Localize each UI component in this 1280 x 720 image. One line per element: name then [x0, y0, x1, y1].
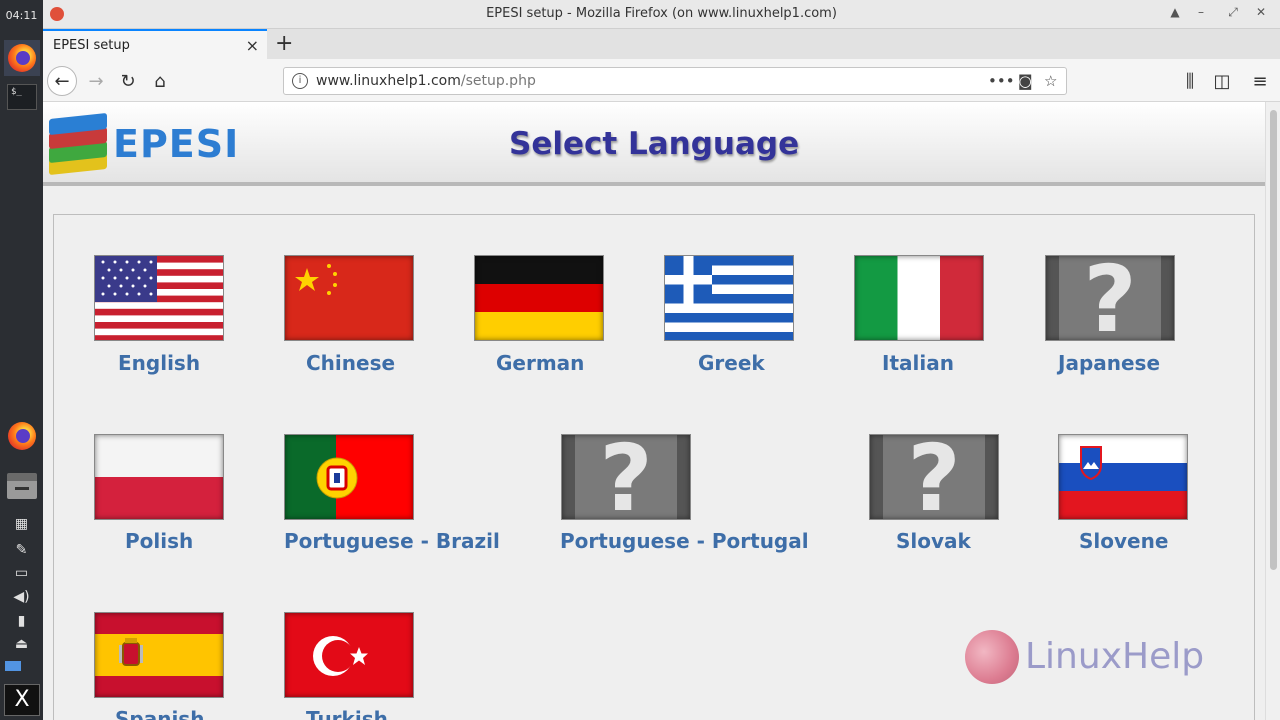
terminal-icon: $_ [7, 84, 37, 110]
language-label-slovene[interactable]: Slovene [1079, 529, 1168, 553]
scrollbar-thumb[interactable] [1270, 110, 1277, 570]
flag-english[interactable] [94, 255, 224, 341]
sidebar-icon[interactable]: ◫ [1207, 66, 1237, 96]
reload-button[interactable]: ↻ [113, 66, 143, 96]
pocket-icon[interactable]: ◙ [1018, 72, 1033, 90]
maximize-button[interactable]: ⤢ [1223, 5, 1243, 20]
tab-bar: EPESI setup × + [43, 29, 1280, 59]
linuxhelp-logo-icon [965, 630, 1019, 684]
epesi-logo-icon [49, 112, 109, 176]
app-menu-button[interactable]: X [4, 684, 40, 716]
page-actions-icon[interactable]: ••• [988, 72, 1015, 90]
title-bar: EPESI setup - Mozilla Firefox (on www.li… [43, 0, 1280, 29]
folder-icon [7, 473, 37, 499]
close-tab-icon[interactable]: × [246, 36, 259, 55]
url-text[interactable]: www.linuxhelp1.com/setup.php [316, 73, 536, 89]
flag-japanese-placeholder[interactable]: ? [1045, 255, 1175, 341]
browser-window: EPESI setup - Mozilla Firefox (on www.li… [43, 0, 1280, 720]
address-bar[interactable]: i www.linuxhelp1.com/setup.php ••• ◙ ☆ [283, 67, 1067, 95]
tab-epesi-setup[interactable]: EPESI setup × [43, 29, 267, 59]
flag-turkish[interactable] [284, 612, 414, 698]
battery-icon[interactable]: ▮ [0, 613, 43, 629]
window-title: EPESI setup - Mozilla Firefox (on www.li… [486, 6, 837, 21]
menu-icon[interactable]: ≡ [1245, 66, 1275, 96]
watermark-text: LinuxHelp [1025, 636, 1205, 677]
language-label-portuguese-brazil[interactable]: Portuguese - Brazil [284, 529, 500, 553]
brand-name: EPESI [113, 122, 240, 166]
question-mark-icon: ? [1083, 255, 1137, 341]
package-icon[interactable]: ▦ [0, 516, 43, 532]
back-button[interactable]: ← [47, 66, 77, 96]
library-icon[interactable]: ⫼ [1175, 66, 1205, 96]
flag-chinese[interactable] [284, 255, 414, 341]
display-icon[interactable]: ▭ [0, 565, 43, 581]
bookmark-star-icon[interactable]: ☆ [1044, 72, 1057, 90]
language-label-german[interactable]: German [496, 351, 584, 375]
eject-icon[interactable]: ⏏ [0, 636, 43, 652]
navigation-toolbar: ← → ↻ ⌂ i www.linuxhelp1.com/setup.php •… [43, 59, 1280, 102]
forward-button[interactable]: → [81, 66, 111, 96]
firefox-icon [8, 44, 36, 72]
language-label-portuguese-portugal[interactable]: Portuguese - Portugal [560, 529, 809, 553]
close-window-button[interactable]: ✕ [1251, 5, 1271, 19]
flag-spanish[interactable] [94, 612, 224, 698]
new-tab-button[interactable]: + [275, 31, 293, 56]
flag-slovene[interactable] [1058, 434, 1188, 520]
tab-label: EPESI setup [53, 38, 130, 53]
paperclip-icon[interactable]: ✎ [0, 542, 43, 558]
clock: 04:11 [5, 9, 38, 22]
flag-portuguese-brazil[interactable] [284, 434, 414, 520]
flag-german[interactable] [474, 255, 604, 341]
minimize-button[interactable]: – [1191, 5, 1211, 19]
question-mark-icon: ? [907, 434, 961, 520]
language-label-polish[interactable]: Polish [125, 529, 193, 553]
linuxhelp-watermark: LinuxHelp [965, 630, 1225, 690]
terminal-launcher[interactable]: $_ [4, 79, 40, 115]
firefox-icon [8, 422, 36, 450]
flag-slovak-placeholder[interactable]: ? [869, 434, 999, 520]
volume-icon[interactable]: ◀) [0, 589, 43, 605]
language-label-english[interactable]: English [118, 351, 200, 375]
shade-button[interactable]: ▲ [1165, 5, 1185, 19]
language-label-japanese[interactable]: Japanese [1058, 351, 1160, 375]
home-button[interactable]: ⌂ [145, 66, 175, 96]
flag-italian[interactable] [854, 255, 984, 341]
site-info-icon[interactable]: i [292, 73, 308, 89]
language-label-slovak[interactable]: Slovak [896, 529, 971, 553]
page-heading: Select Language [509, 126, 800, 162]
desktop-dock: 04:11 $_ ▦ ✎ ▭ ◀) ▮ ⏏ X [0, 0, 43, 720]
question-mark-icon: ? [599, 434, 653, 520]
flag-greek[interactable] [664, 255, 794, 341]
file-manager-button[interactable] [4, 468, 40, 504]
language-label-italian[interactable]: Italian [882, 351, 954, 375]
flag-polish[interactable] [94, 434, 224, 520]
language-label-turkish[interactable]: Turkish [306, 707, 388, 720]
page-content: EPESI Select Language English Chinese Ge… [43, 102, 1265, 720]
language-label-spanish[interactable]: Spanish [115, 707, 204, 720]
flag-portuguese-portugal-placeholder[interactable]: ? [561, 434, 691, 520]
language-label-chinese[interactable]: Chinese [306, 351, 395, 375]
workspace-indicator[interactable] [5, 661, 21, 671]
page-scrollbar[interactable] [1265, 102, 1280, 720]
firefox-launcher[interactable] [4, 40, 40, 76]
page-header: EPESI Select Language [43, 102, 1265, 186]
language-label-greek[interactable]: Greek [698, 351, 765, 375]
firefox-app-button[interactable] [4, 418, 40, 454]
